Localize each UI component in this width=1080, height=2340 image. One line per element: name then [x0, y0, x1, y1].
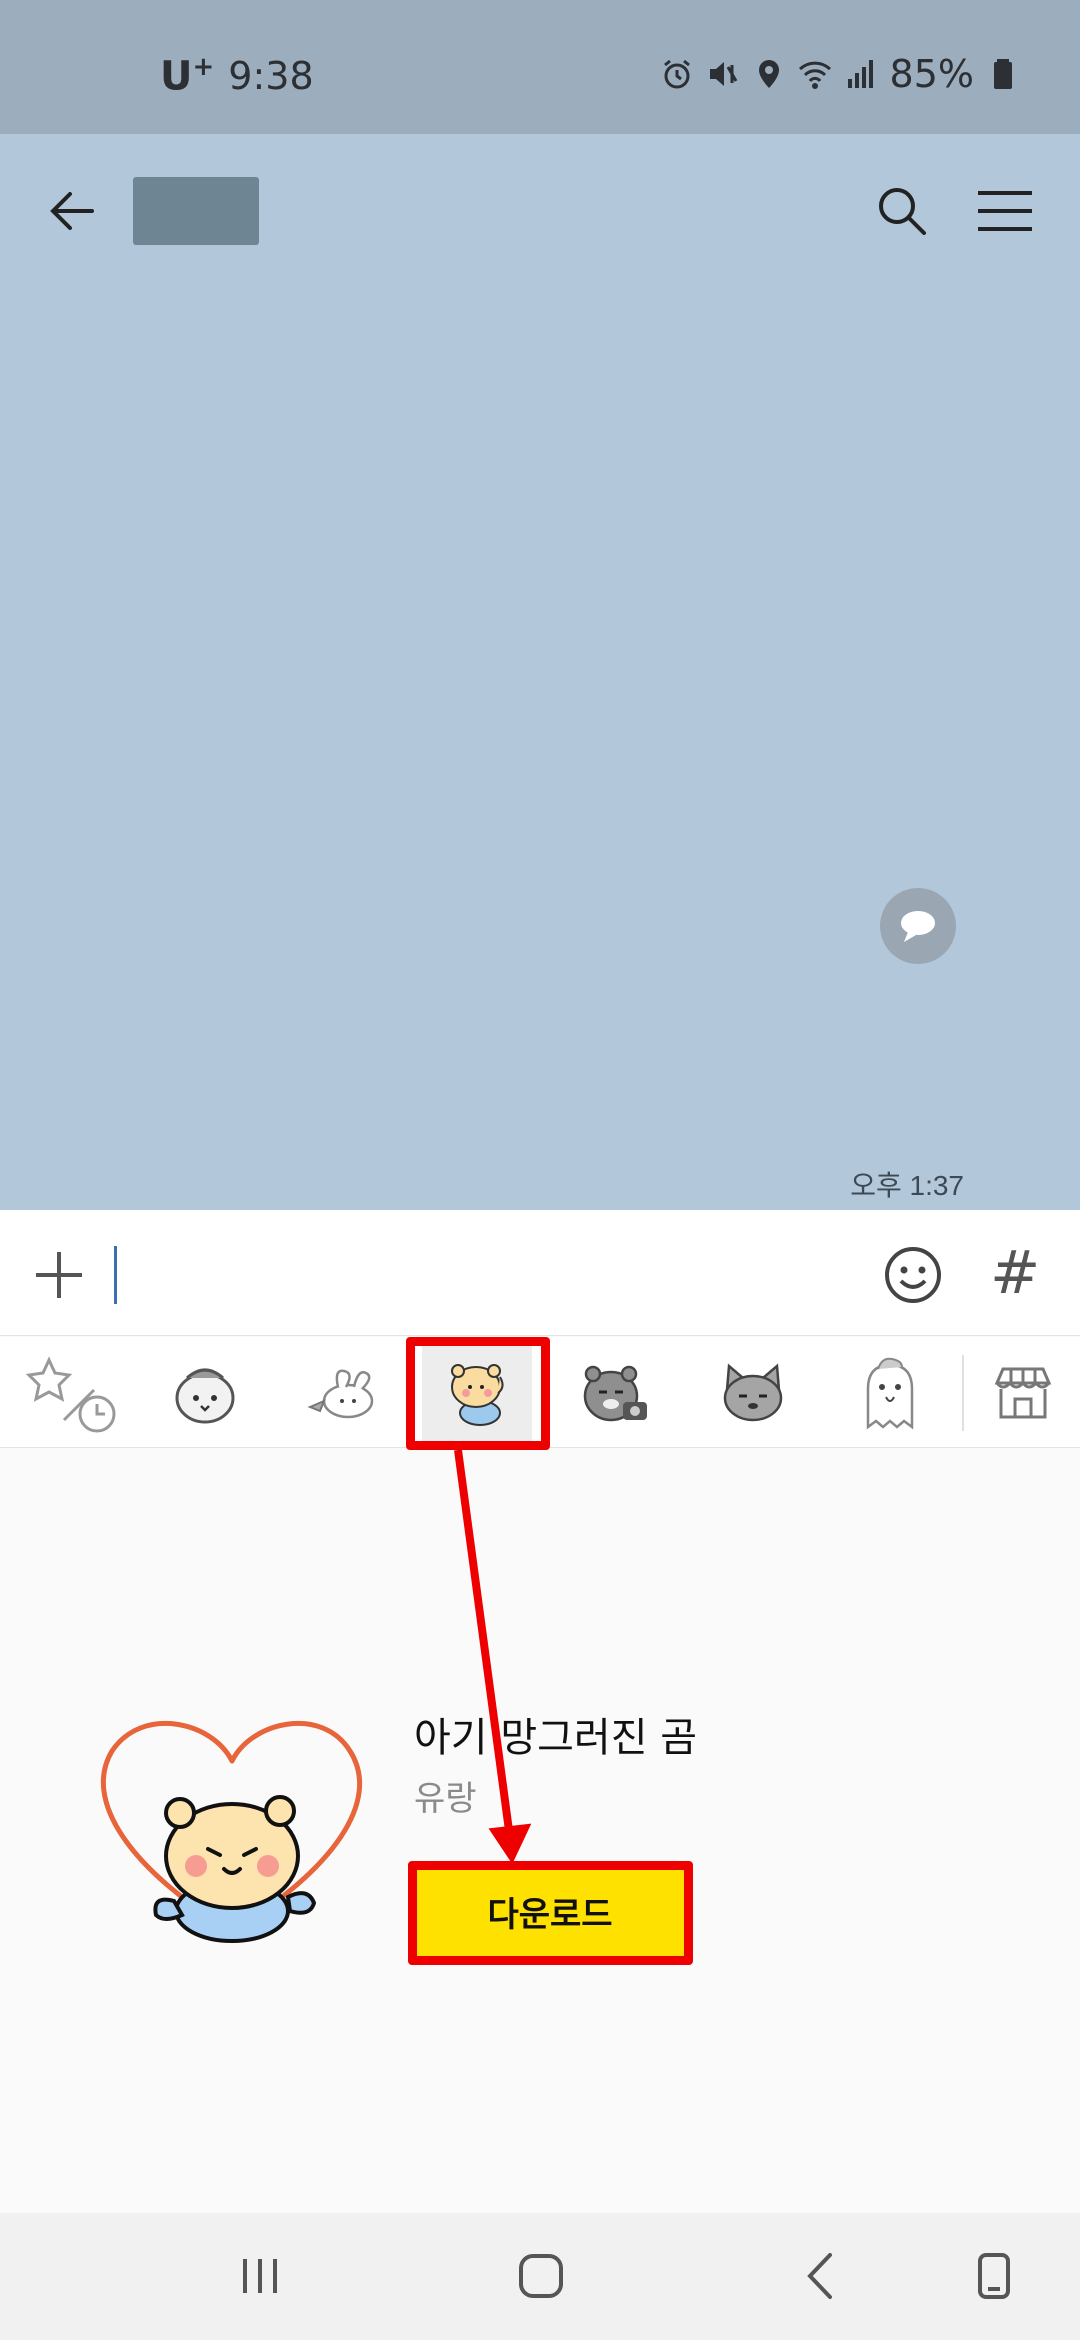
location-icon — [758, 60, 779, 88]
chat-area[interactable]: 오후 1:37 — [0, 134, 1080, 1210]
ghost-sticker-icon — [866, 1357, 914, 1429]
battery-percent: 85% — [889, 52, 974, 96]
signal-icon — [847, 60, 873, 88]
annotation-highlight-tab — [406, 1337, 550, 1450]
status-right: 85% — [660, 52, 1020, 96]
screen-rotate-icon[interactable] — [958, 2241, 1028, 2311]
clock: 9:38 — [228, 54, 314, 99]
shop-icon — [994, 1367, 1052, 1418]
ryan-camera-sticker-icon — [583, 1365, 647, 1421]
tab-divider — [962, 1355, 964, 1431]
sticker-pack-panel: 아기 망그러진 곰 유랑 다운로드 — [0, 1449, 1080, 2213]
sticker-pack-author: 유랑 — [414, 1779, 477, 1819]
sticker-preview-image — [100, 1720, 362, 1943]
status-bar: U+ 9:38 85% — [0, 0, 1080, 134]
mute-vibrate-icon — [709, 62, 737, 86]
back-nav-icon[interactable] — [786, 2241, 856, 2311]
message-input-cursor[interactable] — [114, 1246, 117, 1304]
chat-bubble-button[interactable] — [880, 888, 956, 964]
back-arrow-icon[interactable] — [42, 181, 102, 241]
annotation-highlight-download — [408, 1861, 693, 1965]
wifi-icon — [798, 61, 831, 89]
search-icon[interactable] — [872, 181, 932, 241]
sticker-pack-title: 아기 망그러진 곰 — [414, 1715, 698, 1761]
gray-cat-sticker-icon — [723, 1362, 783, 1421]
plus-icon[interactable] — [30, 1246, 88, 1304]
message-timestamp: 오후 1:37 — [850, 1170, 964, 1201]
hashtag-icon[interactable]: # — [990, 1238, 1040, 1308]
home-icon[interactable] — [506, 2241, 576, 2311]
tab-sticker-bunny[interactable] — [287, 1337, 397, 1448]
star-clock-icon — [25, 1355, 116, 1432]
tab-recent-favorites[interactable] — [14, 1337, 124, 1448]
tab-emoticon-shop[interactable] — [968, 1337, 1078, 1448]
bunny-sticker-icon — [307, 1369, 374, 1418]
carrier-name: U — [160, 53, 193, 100]
tab-sticker-cat-gray[interactable] — [698, 1337, 808, 1448]
chat-title-redacted — [133, 177, 259, 245]
system-nav-bar — [0, 2213, 1080, 2340]
message-input-bar: # — [0, 1210, 1080, 1336]
recent-apps-icon[interactable] — [225, 2241, 295, 2311]
cat-sticker-icon — [175, 1368, 235, 1423]
hamburger-menu-icon[interactable] — [974, 181, 1036, 241]
tab-sticker-ghost[interactable] — [834, 1337, 944, 1448]
tab-sticker-cat[interactable] — [150, 1337, 260, 1448]
alarm-icon — [663, 59, 690, 89]
emoticon-icon[interactable] — [882, 1244, 944, 1306]
carrier-plus: + — [192, 52, 215, 82]
status-left: U+ 9:38 — [160, 52, 314, 99]
carrier-label: U+ — [160, 52, 214, 99]
battery-icon — [994, 59, 1012, 89]
tab-sticker-ryan-camera[interactable] — [560, 1337, 670, 1448]
speech-bubble-icon — [901, 911, 935, 942]
